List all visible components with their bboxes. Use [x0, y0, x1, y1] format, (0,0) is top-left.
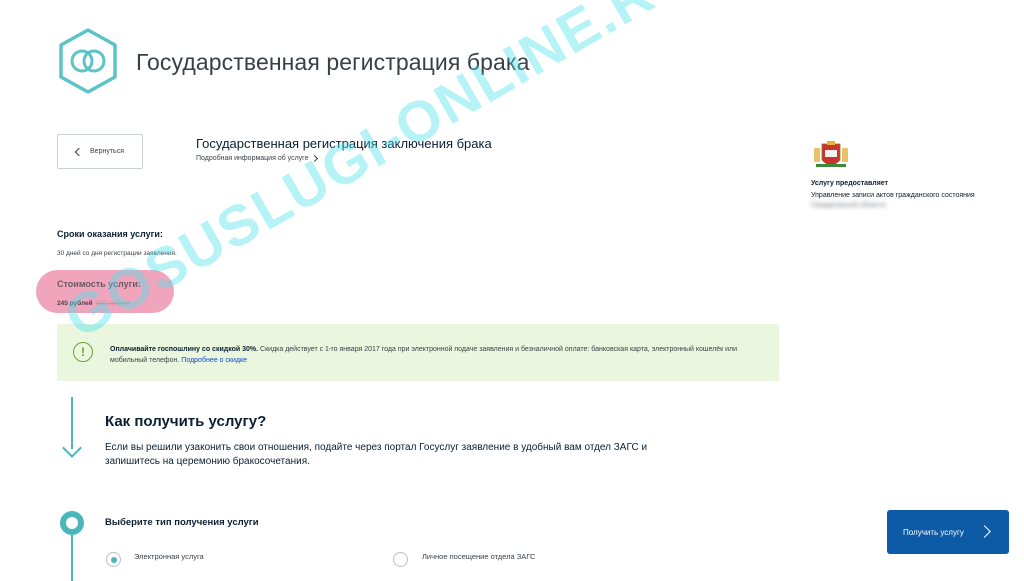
cost-value: 245 рублей 350 рублей: [57, 300, 130, 307]
chevron-right-icon: [311, 154, 319, 163]
arrow-down-head: [62, 438, 82, 458]
terms-title: Сроки оказания услуги:: [57, 229, 163, 239]
radio-electronic[interactable]: [106, 552, 121, 567]
coat-of-arms-icon: [814, 141, 848, 167]
exclamation-icon: !: [73, 342, 93, 362]
provider-label: Услугу предоставляет: [811, 180, 889, 187]
service-title: Государственная регистрация заключения б…: [196, 136, 492, 151]
back-button[interactable]: Вернуться: [57, 134, 143, 169]
radio-visit-label[interactable]: Личное посещение отдела ЗАГС: [422, 552, 535, 561]
discount-bold: Оплачивайте госпошлину со скидкой 30%.: [110, 346, 259, 353]
how-title: Как получить услугу?: [105, 413, 267, 430]
cost-old: 350 рублей: [95, 300, 130, 307]
get-service-button[interactable]: Получить услугу: [887, 510, 1009, 554]
step-line: [71, 535, 73, 581]
step-title: Выберите тип получения услуги: [105, 517, 259, 528]
cost-current: 245 рублей: [57, 300, 93, 307]
radio-electronic-label[interactable]: Электронная услуга: [134, 552, 204, 561]
back-button-label: Вернуться: [90, 148, 124, 155]
provider-name: Управление записи актов гражданского сос…: [811, 191, 991, 211]
service-details-link[interactable]: Подробная информация об услуге: [196, 154, 319, 163]
cost-title: Стоимость услуги:: [57, 279, 141, 289]
radio-visit[interactable]: [393, 552, 408, 567]
how-text: Если вы решили узаконить свои отношения,…: [105, 442, 648, 467]
page-title: Государственная регистрация брака: [136, 49, 530, 75]
provider-region-blurred: Свердловской области: [811, 202, 886, 209]
rings-icon: [59, 28, 117, 94]
terms-value: 30 дней со дня регистрации заявления.: [57, 250, 177, 257]
discount-text: Оплачивайте госпошлину со скидкой 30%. С…: [110, 344, 765, 366]
service-details-label: Подробная информация об услуге: [196, 155, 309, 162]
get-service-label: Получить услугу: [903, 527, 964, 537]
discount-notice: ! Оплачивайте госпошлину со скидкой 30%.…: [57, 324, 779, 381]
step-marker-icon: [60, 511, 84, 535]
discount-link[interactable]: Подробнее о скидке: [181, 357, 247, 364]
chevron-left-icon: [74, 147, 84, 156]
provider-name-text: Управление записи актов гражданского сос…: [811, 192, 975, 199]
chevron-right-icon: [978, 525, 991, 538]
